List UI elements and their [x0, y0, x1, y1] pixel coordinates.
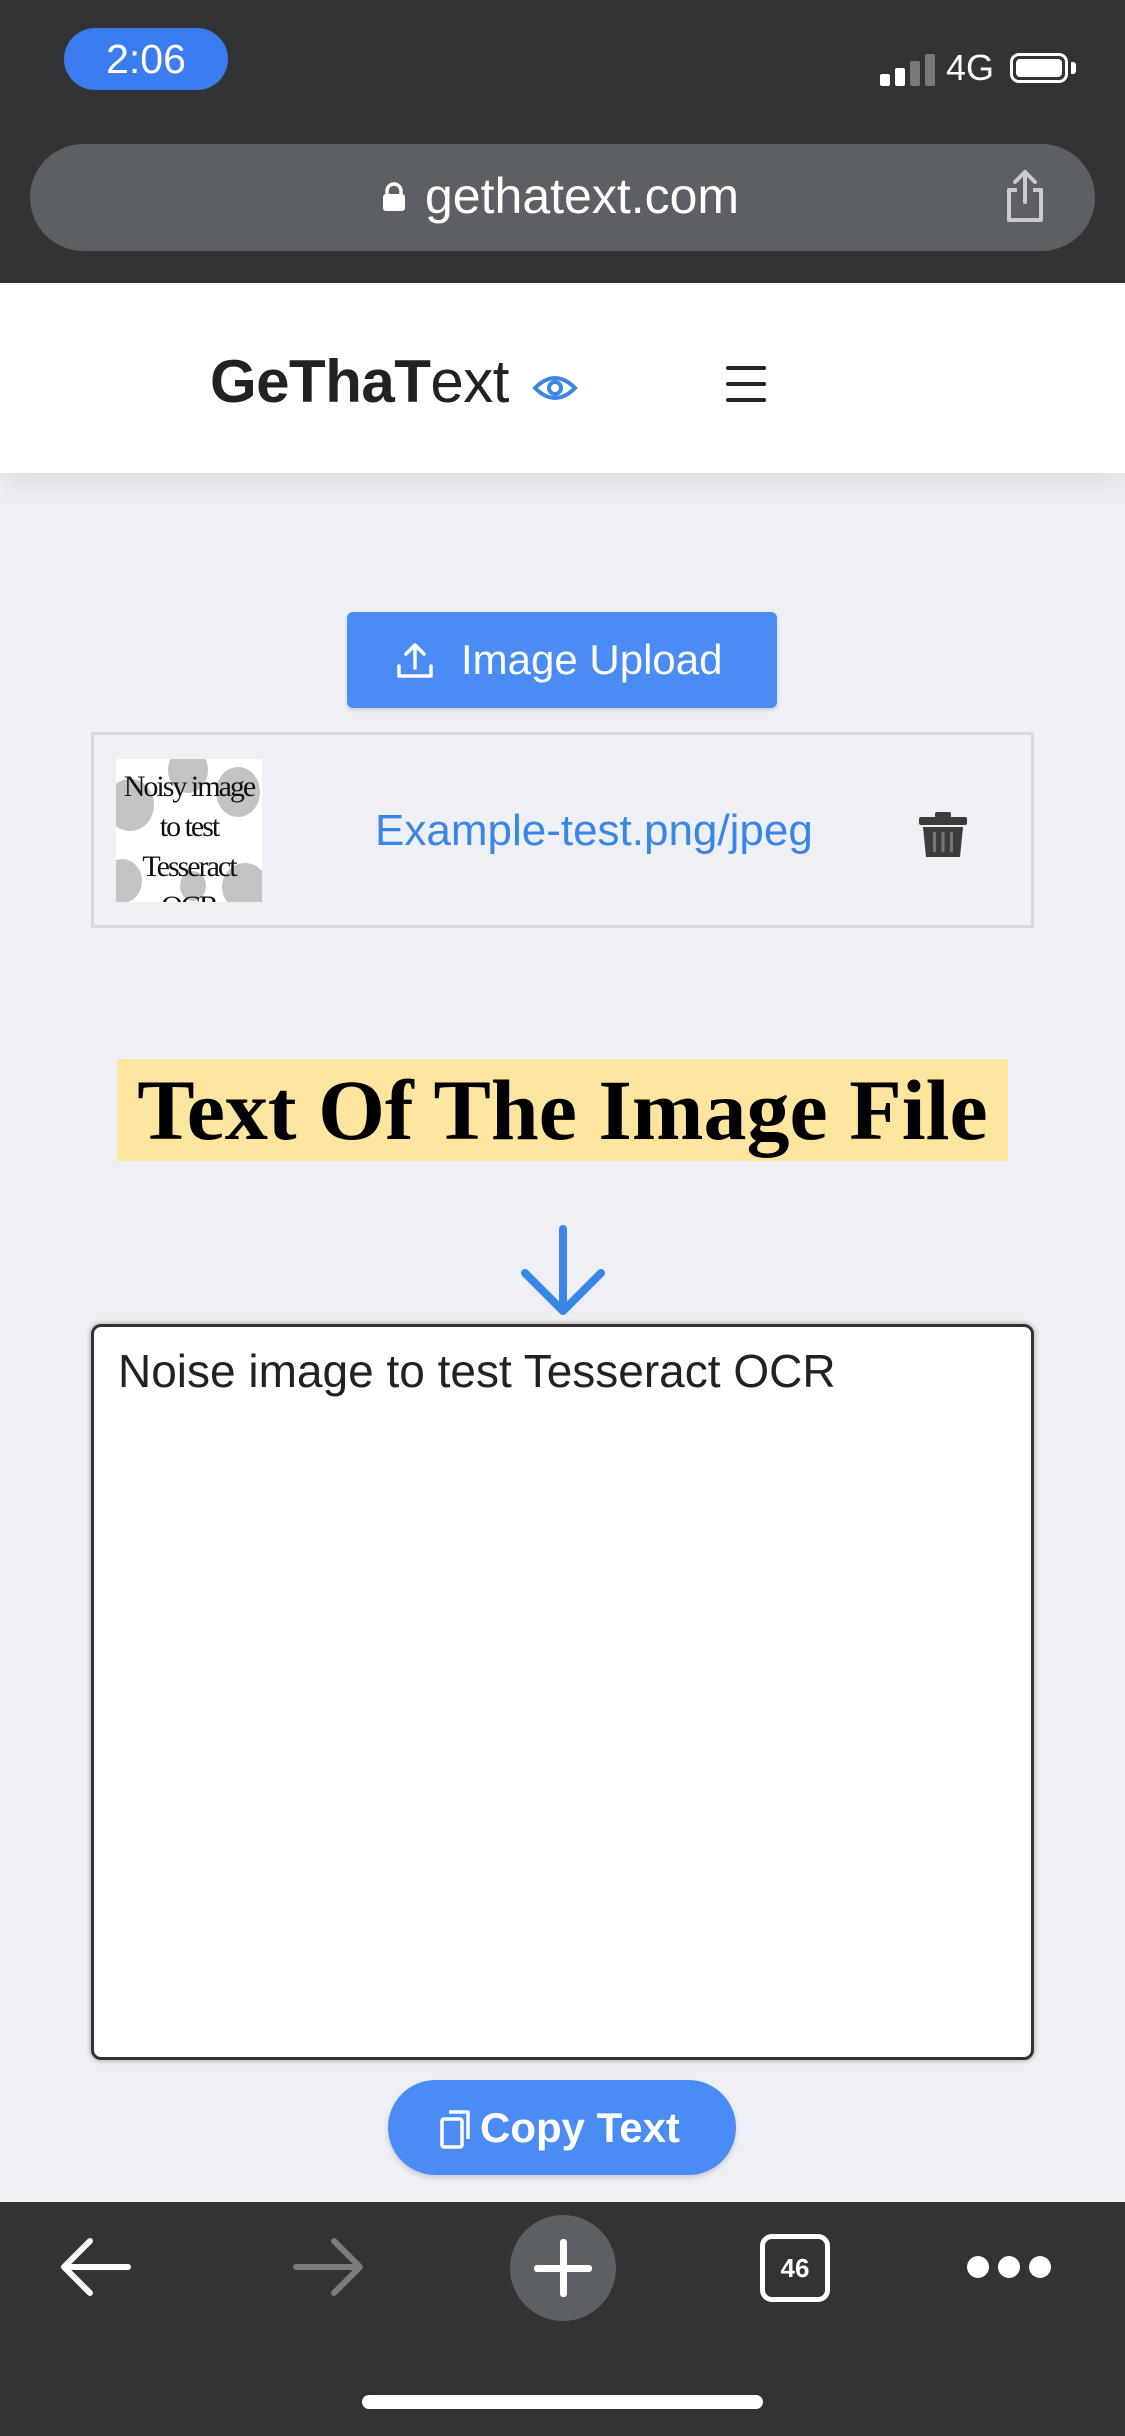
- status-time: 2:06: [64, 28, 228, 90]
- new-tab-icon[interactable]: [510, 2215, 616, 2321]
- lock-icon: [383, 182, 405, 211]
- logo-part2: ext: [430, 348, 509, 415]
- copy-button-label: Copy Text: [480, 2104, 680, 2151]
- menu-icon[interactable]: [726, 366, 768, 402]
- thumb-text-line-3: Tesseract OCR: [142, 850, 237, 902]
- image-upload-button[interactable]: Image Upload: [347, 612, 777, 708]
- copy-text-button[interactable]: Copy Text: [388, 2080, 736, 2175]
- result-heading: Text Of The Image File: [137, 1062, 988, 1158]
- signal-icon: [880, 54, 936, 86]
- logo-part1: GeThaT: [210, 348, 431, 415]
- site-logo[interactable]: GeThaText: [210, 347, 509, 417]
- thumb-text-line-2: to test: [159, 810, 221, 843]
- home-indicator: [362, 2395, 763, 2409]
- file-thumbnail: Noisy image to test Tesseract OCR: [116, 759, 262, 902]
- back-icon[interactable]: [56, 2235, 136, 2299]
- file-name-link[interactable]: Example-test.png/jpeg: [375, 803, 813, 859]
- trash-icon[interactable]: [918, 812, 968, 858]
- battery-icon: [1010, 53, 1068, 83]
- upload-button-label: Image Upload: [461, 636, 723, 683]
- url-text[interactable]: gethatext.com: [425, 166, 739, 226]
- extracted-text-area[interactable]: Noise image to test Tesseract OCR: [91, 1324, 1034, 2060]
- share-icon[interactable]: [1004, 168, 1046, 224]
- more-icon[interactable]: [967, 2256, 1051, 2280]
- forward-icon[interactable]: [288, 2235, 368, 2299]
- arrow-down-icon: [521, 1225, 605, 1315]
- battery-nub: [1071, 62, 1076, 74]
- upload-icon: [397, 643, 433, 678]
- thumb-text-line-1: Noisy image: [123, 770, 256, 803]
- network-type: 4G: [946, 47, 995, 88]
- eye-icon: [532, 376, 578, 400]
- tabs-icon[interactable]: 46: [760, 2234, 830, 2302]
- copy-icon: [440, 2110, 470, 2149]
